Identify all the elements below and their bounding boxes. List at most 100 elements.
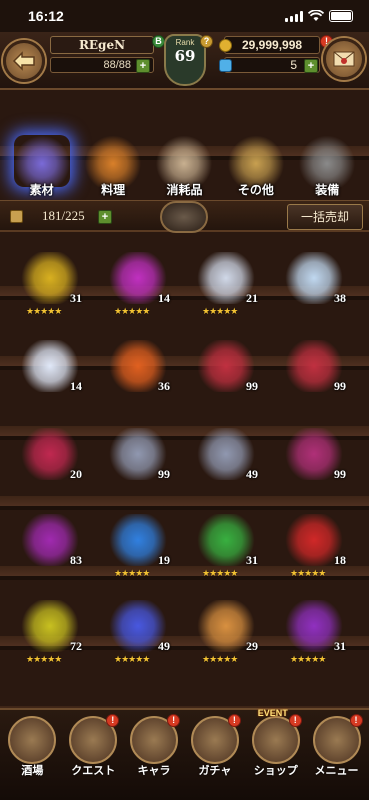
item-quantity: 29	[246, 639, 258, 653]
gold-display: 29,999,998	[219, 36, 320, 54]
category-label: 消耗品	[166, 183, 203, 197]
gem-value: 5	[290, 58, 297, 72]
bag-icon	[10, 210, 23, 223]
notice-badge: !	[349, 714, 363, 727]
inventory-item[interactable]: 14 ★★★★★	[98, 250, 178, 317]
category-label: 料理	[101, 183, 126, 197]
inventory-item[interactable]: 18 ★★★★★	[274, 512, 354, 579]
inventory-bar: 181/225 + 一括売却	[0, 200, 369, 233]
inventory-item[interactable]: 49	[186, 426, 266, 490]
inventory-item[interactable]: 21 ★★★★★	[186, 250, 266, 317]
back-arrow-icon	[12, 51, 35, 71]
category-label: 装備	[315, 183, 340, 197]
item-quantity: 99	[158, 467, 170, 481]
inventory-item[interactable]: 31 ★★★★★	[10, 250, 90, 317]
inventory-item[interactable]: 72 ★★★★★	[10, 598, 90, 665]
inventory-expand-button[interactable]: +	[98, 210, 112, 224]
item-quantity: 36	[158, 379, 170, 393]
inventory-item[interactable]: 99	[186, 338, 266, 402]
item-quantity: 99	[246, 379, 258, 393]
category-tab[interactable]: 料理	[81, 118, 145, 198]
category-label: その他	[237, 183, 274, 197]
inventory-item[interactable]: 36	[98, 338, 178, 402]
category-tab[interactable]: 装備	[295, 118, 359, 198]
notice-badge: !	[227, 714, 241, 727]
nav-label: クエスト	[71, 764, 116, 777]
signal-icon	[285, 10, 303, 22]
gem-plus-button[interactable]: +	[304, 59, 318, 73]
item-quantity: 21	[246, 291, 258, 305]
item-quantity: 99	[334, 379, 346, 393]
item-quantity: 83	[70, 553, 82, 567]
nav-label: ショップ	[253, 764, 298, 777]
mail-button[interactable]	[323, 38, 365, 80]
nav-label: ガチャ	[198, 764, 232, 777]
stamina-plus-button[interactable]: +	[136, 59, 150, 73]
inventory-count: 181/225	[42, 208, 85, 223]
inventory-item[interactable]: 99	[98, 426, 178, 490]
gold-coin-icon	[219, 39, 232, 52]
inventory-item[interactable]: 38	[274, 250, 354, 314]
item-quantity: 18	[334, 553, 346, 567]
category-tabs: 素材 料理 消耗品 その他 装備	[0, 118, 369, 198]
item-quantity: 14	[158, 291, 170, 305]
bulk-sell-button[interactable]: 一括売却	[287, 204, 363, 230]
category-tab[interactable]: その他	[224, 118, 288, 198]
item-quantity: 38	[334, 291, 346, 305]
nav-button[interactable]: ! クエスト	[63, 710, 123, 800]
material-icon	[13, 135, 70, 187]
item-quantity: 20	[70, 467, 82, 481]
item-quantity: 49	[246, 467, 258, 481]
top-header: REgeN 88/88 + B Rank 69 ? 29,999,998 5 +…	[0, 32, 369, 90]
nav-button[interactable]: ! メニュー	[307, 710, 367, 800]
bottom-nav: 酒場! クエスト! キャラ! ガチャ EVENT! ショップ! メニュー	[0, 708, 369, 800]
rank-value: 69	[174, 47, 196, 65]
inventory-item[interactable]: 20	[10, 426, 90, 490]
rank-label: Rank	[175, 38, 195, 47]
nav-button[interactable]: 酒場	[2, 710, 62, 800]
notice-badge: !	[288, 714, 302, 727]
item-rarity-stars: ★★★★★	[114, 307, 150, 317]
back-button[interactable]	[3, 40, 45, 82]
item-rarity-stars: ★★★★★	[114, 569, 150, 579]
nav-button[interactable]: ! ガチャ	[185, 710, 245, 800]
tavern-icon	[8, 716, 57, 764]
inventory-item[interactable]: 31 ★★★★★	[186, 512, 266, 579]
inventory-item[interactable]: 99	[274, 338, 354, 402]
inventory-item[interactable]: 83	[10, 512, 90, 576]
knob-ornament-icon	[160, 201, 208, 233]
item-rarity-stars: ★★★★★	[114, 655, 150, 665]
inventory-item[interactable]: 49 ★★★★★	[98, 598, 178, 665]
misc-icon	[227, 135, 284, 187]
item-rarity-stars: ★★★★★	[26, 655, 62, 665]
category-tab[interactable]: 消耗品	[152, 118, 216, 198]
nav-button[interactable]: ! キャラ	[124, 710, 184, 800]
category-tab[interactable]: 素材	[10, 118, 74, 198]
help-badge[interactable]: ?	[200, 35, 213, 48]
nav-button[interactable]: EVENT! ショップ	[246, 708, 306, 800]
gold-value: 29,999,998	[242, 38, 303, 52]
notice-badge: !	[106, 714, 120, 727]
item-quantity: 99	[334, 467, 346, 481]
item-rarity-stars: ★★★★★	[202, 569, 238, 579]
item-rarity-stars: ★★★★★	[202, 307, 238, 317]
item-rarity-stars: ★★★★★	[290, 655, 326, 665]
notice-badge: !	[167, 714, 181, 727]
inventory-item[interactable]: 14	[10, 338, 90, 402]
inventory-item[interactable]: 19 ★★★★★	[98, 512, 178, 579]
food-icon	[85, 135, 142, 187]
status-icons	[285, 10, 353, 22]
item-quantity: 49	[158, 639, 170, 653]
wifi-icon	[308, 10, 324, 21]
player-name: REgeN	[50, 36, 154, 54]
inventory-item[interactable]: 99	[274, 426, 354, 490]
inventory-item[interactable]: 31 ★★★★★	[274, 598, 354, 665]
inventory-item[interactable]: 29 ★★★★★	[186, 598, 266, 665]
item-rarity-stars: ★★★★★	[290, 569, 326, 579]
item-rarity-stars: ★★★★★	[26, 307, 62, 317]
nav-label: 酒場	[21, 764, 44, 777]
item-quantity: 72	[70, 639, 82, 653]
nav-label: キャラ	[137, 764, 171, 777]
nav-label: メニュー	[314, 764, 359, 777]
item-quantity: 14	[70, 379, 82, 393]
